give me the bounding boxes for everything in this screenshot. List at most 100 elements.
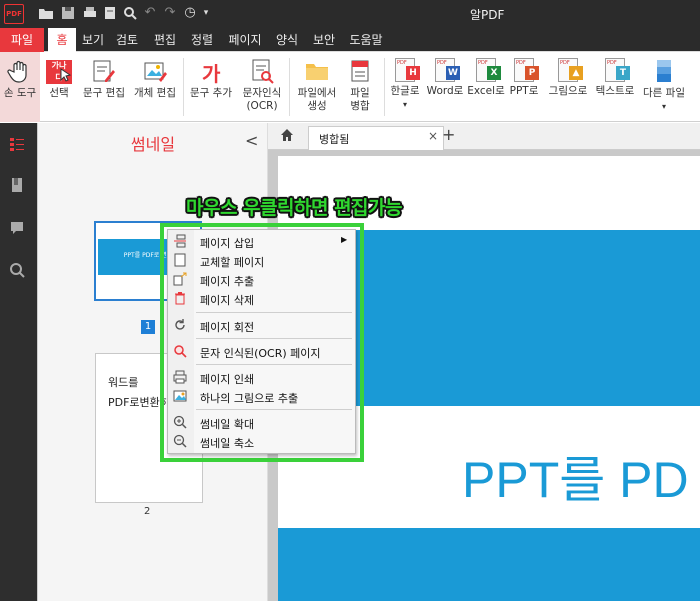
redo-icon[interactable]: ↷ — [162, 5, 178, 21]
new-tab-button[interactable]: + — [442, 125, 455, 144]
menu-separator — [196, 312, 352, 313]
collapse-panel-icon[interactable]: < — [245, 131, 258, 150]
menu-item-delete-page[interactable]: 페이지 삭제 — [168, 289, 355, 308]
convert-hwp-button[interactable]: PDF H 한글로 ▾ — [387, 52, 423, 122]
ocr-label-line1: 문자인식 — [242, 87, 282, 99]
merge-files-button[interactable]: 파일 병합 — [340, 52, 380, 122]
insert-page-icon — [173, 234, 187, 248]
convert-word-label: Word로 — [426, 85, 464, 97]
convert-text-button[interactable]: PDF T 텍스트로 — [592, 52, 638, 122]
menu-help[interactable]: 도움말 — [346, 28, 386, 52]
add-text-icon-text: 가 — [202, 62, 221, 86]
convert-word-button[interactable]: PDF W Word로 — [424, 52, 466, 122]
close-icon[interactable]: × — [428, 129, 438, 143]
create-from-file-button[interactable]: 파일에서 생성 — [294, 52, 340, 122]
add-text-label: 문구 추가 — [190, 87, 232, 99]
select-button[interactable]: 가나다 선택 — [42, 52, 76, 122]
recent-icon[interactable]: ◷ — [182, 5, 198, 21]
chevron-down-icon[interactable]: ▾ — [638, 100, 690, 113]
zoom-in-icon — [173, 415, 187, 429]
text-tag: T — [616, 66, 630, 80]
menu-home[interactable]: 홈 — [48, 28, 76, 52]
document-tab-bar: 병합됨 × + — [268, 123, 700, 150]
print-setup-icon[interactable] — [122, 5, 138, 21]
menu-view[interactable]: 보기 — [78, 28, 108, 52]
object-edit-icon — [142, 58, 168, 84]
hwp-tag: H — [406, 66, 420, 80]
menu-file[interactable]: 파일 — [0, 28, 44, 52]
excel-file-icon: PDF X — [476, 58, 501, 82]
menu-item-print-page[interactable]: 페이지 인쇄 — [168, 368, 355, 387]
convert-excel-button[interactable]: PDF X Excel로 — [466, 52, 506, 122]
ocr-button[interactable]: 문자인식 (OCR) — [238, 52, 286, 122]
undo-icon[interactable]: ↶ — [142, 5, 158, 21]
search-icon[interactable] — [9, 262, 25, 278]
menu-security[interactable]: 보안 — [309, 28, 339, 52]
thumbnail-list-icon[interactable] — [9, 136, 25, 152]
menu-edit[interactable]: 편집 — [150, 28, 180, 52]
menu-separator — [196, 409, 352, 410]
convert-ppt-label: PPT로 — [509, 85, 539, 97]
excel-tag: X — [487, 66, 501, 80]
folder-icon — [304, 58, 330, 84]
menu-item-label: 교체할 페이지 — [200, 256, 265, 269]
word-tag: W — [446, 66, 460, 80]
menu-item-export-as-image[interactable]: 하나의 그림으로 추출 — [168, 387, 355, 406]
convert-excel-label: Excel로 — [467, 85, 505, 97]
menu-item-label: 하나의 그림으로 추출 — [200, 392, 299, 405]
menu-page[interactable]: 페이지 — [224, 28, 266, 52]
comment-icon[interactable] — [9, 220, 25, 236]
text-edit-button[interactable]: 문구 편집 — [80, 52, 128, 122]
print-preview-icon[interactable] — [102, 5, 118, 21]
slide-bottom-band — [278, 528, 700, 601]
menu-item-rotate-page[interactable]: 페이지 회전 — [168, 316, 355, 335]
app-logo: PDF — [4, 4, 24, 24]
menu-item-extract-page[interactable]: 페이지 추출 — [168, 270, 355, 289]
home-icon[interactable] — [280, 128, 294, 142]
zoom-out-icon — [173, 434, 187, 448]
hand-icon — [7, 58, 33, 84]
window-title: 알PDF — [470, 8, 505, 22]
open-folder-icon[interactable] — [38, 5, 54, 21]
save-icon[interactable] — [60, 5, 76, 21]
bookmark-icon[interactable] — [9, 177, 25, 193]
menu-arrange[interactable]: 정렬 — [187, 28, 217, 52]
page-number-2: 2 — [144, 506, 151, 517]
menu-item-zoom-out-thumbnail[interactable]: 썸네일 축소 — [168, 432, 355, 451]
menu-separator — [196, 364, 352, 365]
menu-item-insert-page[interactable]: 페이지 삽입 ▶ — [168, 232, 355, 251]
submenu-arrow-icon: ▶ — [341, 235, 348, 244]
ribbon-divider — [384, 58, 385, 116]
convert-other-label: 다른 파일 — [643, 87, 685, 99]
tab-label: 병합됨 — [319, 133, 350, 146]
create-from-file-label-line1: 파일에서 — [297, 87, 337, 99]
menu-item-zoom-in-thumbnail[interactable]: 썸네일 확대 — [168, 413, 355, 432]
menu-item-label: 문자 인식된(OCR) 페이지 — [200, 347, 321, 360]
convert-other-button[interactable]: 다른 파일 ▾ — [638, 52, 690, 122]
convert-ppt-button[interactable]: PDF P PPT로 — [506, 52, 542, 122]
chevron-down-icon[interactable]: ▾ — [387, 98, 423, 111]
menu-item-ocr-page[interactable]: 문자 인식된(OCR) 페이지 — [168, 342, 355, 361]
menu-form[interactable]: 양식 — [272, 28, 302, 52]
hand-tool-button[interactable]: 손 도구 — [0, 52, 40, 122]
word-file-icon: PDF W — [435, 58, 460, 82]
extract-page-icon — [173, 272, 187, 286]
text-file-icon: PDF T — [605, 58, 630, 82]
convert-text-label: 텍스트로 — [595, 85, 635, 97]
ppt-file-icon: PDF P — [514, 58, 539, 82]
menu-item-label: 페이지 삭제 — [200, 294, 255, 307]
context-menu: 페이지 삽입 ▶ 교체할 페이지 페이지 추출 페이지 삭제 페이지 회전 문자… — [167, 229, 356, 454]
add-text-button[interactable]: 가 문구 추가 — [186, 52, 236, 122]
menu-review[interactable]: 검토 — [112, 28, 142, 52]
tab-merged-document[interactable]: 병합됨 × — [308, 126, 444, 150]
text-edit-label: 문구 편집 — [83, 87, 125, 99]
image-export-icon — [173, 389, 187, 403]
ocr-icon — [173, 344, 187, 358]
object-edit-button[interactable]: 개체 편집 — [130, 52, 180, 122]
print-icon[interactable] — [82, 5, 98, 21]
menu-item-replace-page[interactable]: 교체할 페이지 — [168, 251, 355, 270]
convert-image-button[interactable]: PDF ▲ 그림으로 — [544, 52, 592, 122]
object-edit-label: 개체 편집 — [134, 87, 176, 99]
menu-item-label: 페이지 인쇄 — [200, 373, 255, 386]
chevron-down-icon[interactable]: ▾ — [198, 5, 214, 21]
